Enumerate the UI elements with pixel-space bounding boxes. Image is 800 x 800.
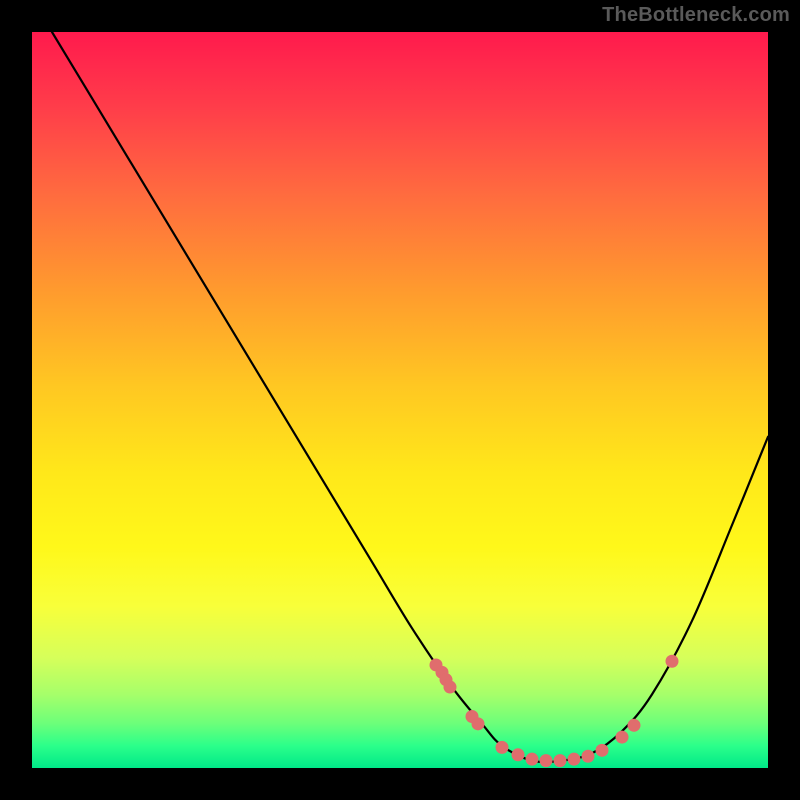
highlight-dot [512,748,525,761]
highlight-dot [472,717,485,730]
highlight-dot [526,753,539,766]
bottleneck-curve-line [52,32,768,762]
chart-svg [32,32,768,768]
watermark-text: TheBottleneck.com [602,4,790,27]
chart-plot-area [32,32,768,768]
highlight-dot [616,731,629,744]
highlight-dot [596,744,609,757]
highlight-dot [628,719,641,732]
highlight-dot [540,754,553,767]
highlight-dot [666,655,679,668]
highlight-dot [582,750,595,763]
highlight-dot [568,753,581,766]
highlight-dot [444,681,457,694]
highlight-dot [554,754,567,767]
highlight-dot [496,741,509,754]
